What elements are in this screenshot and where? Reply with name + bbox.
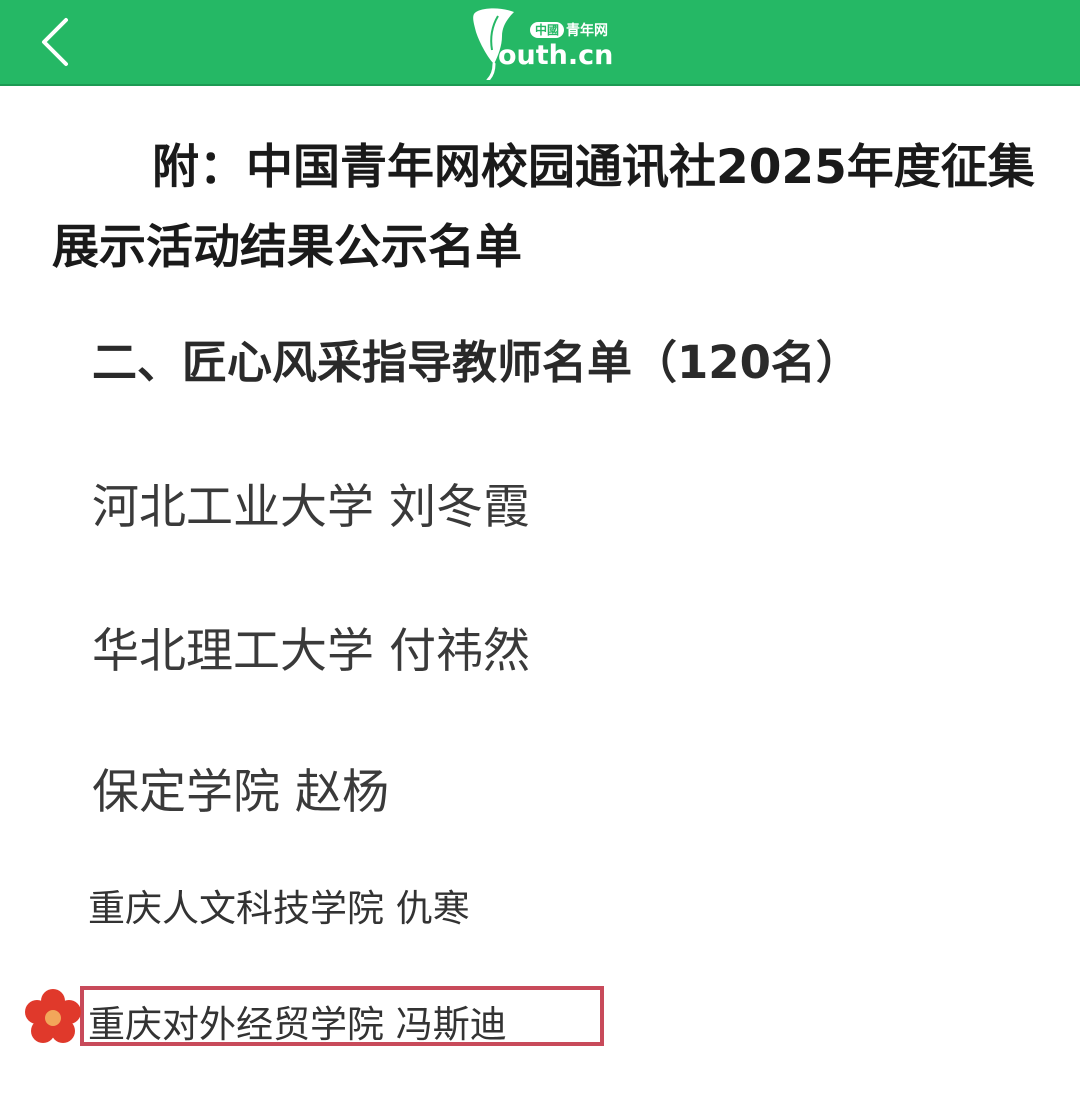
logo-text: outh.cn (498, 40, 614, 71)
red-flower-icon (25, 989, 81, 1043)
chevron-left-icon (42, 18, 68, 66)
list-item: 河北工业大学 刘冬霞 (92, 480, 530, 535)
youth-cn-logo[interactable]: 中國 青年网 outh.cn (468, 4, 628, 80)
logo-badge-pill: 中國 (530, 22, 565, 38)
app-header: 中國 青年网 outh.cn (0, 0, 1080, 86)
back-button[interactable] (28, 14, 84, 70)
logo-badge: 中國 青年网 (530, 21, 608, 39)
highlight-box (80, 986, 604, 1046)
section-heading: 二、匠心风采指导教师名单（120名） (92, 336, 861, 389)
list-item: 华北理工大学 付祎然 (92, 624, 530, 679)
logo-site-name: 青年网 (566, 23, 609, 39)
list-item: 保定学院 赵杨 (92, 765, 389, 820)
list-item: 重庆人文科技学院 仇寒 (88, 887, 470, 930)
article-title: 附：中国青年网校园通讯社2025年度征集展示活动结果公示名单 (52, 140, 1035, 275)
